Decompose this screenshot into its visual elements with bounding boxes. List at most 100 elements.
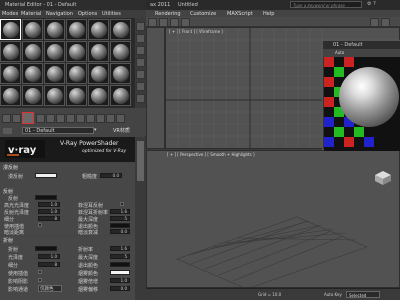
scrollbar-thumb[interactable] [137, 141, 144, 181]
video-check-icon[interactable] [136, 70, 145, 79]
toolbar-btn-2[interactable] [159, 18, 168, 27]
put-to-scene-icon[interactable] [12, 114, 21, 123]
sample-slot[interactable] [44, 19, 65, 40]
sample-slot[interactable] [44, 41, 65, 62]
toolbar-btn-3[interactable] [170, 18, 179, 27]
pick-material-icon[interactable] [3, 128, 12, 134]
dim-falloff-spinner[interactable]: 0.0 [110, 229, 130, 234]
backlight-icon[interactable] [136, 34, 145, 43]
material-id-icon[interactable] [76, 114, 85, 123]
reset-map-icon[interactable] [36, 114, 45, 123]
selection-dropdown[interactable]: Selected [346, 291, 380, 298]
sample-slot[interactable] [110, 63, 131, 84]
preview-title-bar[interactable]: 01 - Default [323, 41, 400, 49]
refr-subdivs-spinner[interactable]: 8 [38, 262, 60, 267]
sample-slot[interactable] [110, 19, 131, 40]
sample-slot[interactable] [22, 41, 43, 62]
fog-color-swatch[interactable] [110, 270, 130, 275]
preview-title: 01 - Default [333, 42, 363, 48]
fresnel-ior-spinner[interactable]: 1.6 [110, 209, 130, 214]
material-editor-title-bar[interactable]: Material Editor - 01 - Default [0, 0, 146, 10]
toolbar-btn-5[interactable] [370, 18, 379, 27]
sample-slot[interactable] [22, 63, 43, 84]
material-type-button[interactable]: VR材质 [113, 127, 130, 134]
viewport-perspective[interactable]: [ + ] [ Perspective ] [ Smooth + Highlig… [146, 150, 400, 288]
me-menu-navigation[interactable]: Navigation [46, 11, 73, 17]
refl-gloss-spinner[interactable]: 1.0 [38, 209, 60, 214]
copy-material-icon[interactable] [46, 114, 55, 123]
material-preview-window[interactable]: 01 - Default Auto [322, 40, 400, 151]
sample-slot[interactable] [88, 41, 109, 62]
me-menu-utilities[interactable]: Utilities [102, 11, 121, 17]
sample-slot[interactable] [44, 85, 65, 106]
sample-slot[interactable] [88, 85, 109, 106]
sample-slot[interactable] [66, 85, 87, 106]
material-editor-scrollbar[interactable] [135, 137, 146, 300]
sample-slot[interactable] [0, 63, 21, 84]
toolbar-btn-6[interactable] [381, 18, 390, 27]
viewport-left-strip[interactable] [146, 27, 165, 149]
autokey-button[interactable]: Auto Key [324, 292, 342, 297]
go-forward-icon[interactable] [116, 114, 125, 123]
sample-slot[interactable] [88, 63, 109, 84]
uv-tiling-icon[interactable] [136, 58, 145, 67]
sample-slot[interactable] [22, 85, 43, 106]
diffuse-color-swatch[interactable] [35, 173, 57, 178]
fresnel-checkbox[interactable] [120, 202, 124, 206]
refr-maxdepth-spinner[interactable]: 5 [110, 254, 130, 259]
toolbar-btn-4[interactable] [181, 18, 190, 27]
show-end-result-icon[interactable] [96, 114, 105, 123]
refr-interp-checkbox[interactable] [38, 270, 42, 274]
ior-spinner[interactable]: 1.6 [110, 246, 130, 251]
refl-subdivs-spinner[interactable]: 8 [38, 216, 60, 221]
roughness-spinner[interactable]: 0.0 [100, 173, 122, 178]
make-unique-icon[interactable] [56, 114, 65, 123]
material-name-field[interactable]: 01 - Default [22, 127, 94, 134]
sample-type-icon[interactable] [136, 22, 145, 31]
affect-shadows-checkbox[interactable] [38, 278, 42, 282]
sample-slot[interactable] [66, 63, 87, 84]
get-material-icon[interactable] [2, 114, 11, 123]
preview-auto-label[interactable]: Auto [335, 50, 344, 55]
search-box[interactable]: Type a keyword or phrase [290, 1, 362, 8]
sample-slot[interactable] [0, 41, 21, 62]
reflection-rollout-header[interactable]: 反射 [3, 188, 13, 195]
diffuse-rollout-header[interactable]: 漫反射 [3, 164, 18, 171]
help-icon[interactable]: ⚙ ? [367, 1, 376, 7]
reflect-color-swatch[interactable] [35, 195, 57, 200]
fog-multiplier-spinner[interactable]: 1.0 [110, 278, 130, 283]
affect-channels-dropdown[interactable]: 仅颜色 [38, 285, 62, 292]
refract-color-swatch[interactable] [35, 246, 57, 251]
refraction-rollout-header[interactable]: 折射 [3, 237, 13, 244]
make-preview-icon[interactable] [136, 82, 145, 91]
sample-slot[interactable] [66, 41, 87, 62]
sample-slot[interactable] [22, 19, 43, 40]
refl-interp-checkbox[interactable] [38, 223, 42, 227]
put-to-library-icon[interactable] [66, 114, 75, 123]
fresnel-label: 菲涅耳反射 [78, 203, 104, 209]
me-menu-options[interactable]: Options [78, 11, 97, 17]
viewcube-icon[interactable] [375, 171, 391, 185]
refl-maxdepth-spinner[interactable]: 5 [110, 216, 130, 221]
refl-exit-color[interactable] [110, 223, 130, 228]
sample-slot[interactable] [110, 41, 131, 62]
sample-slot[interactable] [88, 19, 109, 40]
sample-slot[interactable] [0, 19, 21, 40]
refl-hilight-spinner[interactable]: 1.0 [38, 202, 60, 207]
background-icon[interactable] [136, 46, 145, 55]
chevron-down-icon[interactable]: ▾ [94, 127, 97, 133]
sample-slot[interactable] [44, 63, 65, 84]
me-menu-material[interactable]: Material [21, 11, 41, 17]
refr-gloss-spinner[interactable]: 1.0 [38, 254, 60, 259]
assign-to-selection-icon[interactable] [22, 112, 34, 124]
options-icon[interactable] [136, 94, 145, 103]
go-to-parent-icon[interactable] [106, 114, 115, 123]
sample-slot[interactable] [0, 85, 21, 106]
fog-bias-spinner[interactable]: 0.0 [110, 286, 130, 291]
refr-exit-color[interactable] [110, 262, 130, 267]
me-menu-modes[interactable]: Modes [2, 11, 18, 17]
show-map-icon[interactable] [86, 114, 95, 123]
toolbar-btn-1[interactable] [148, 18, 157, 27]
sample-slot[interactable] [66, 19, 87, 40]
sample-slot[interactable] [110, 85, 131, 106]
